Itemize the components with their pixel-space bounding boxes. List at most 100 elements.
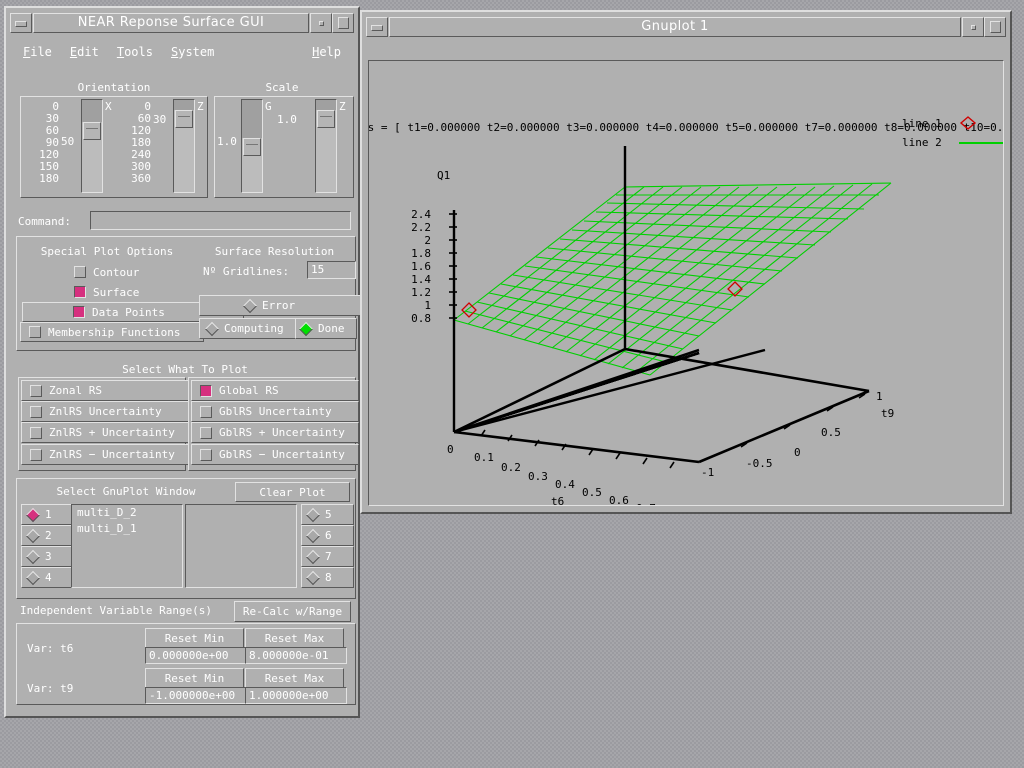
global-rs-checkbox-box[interactable] — [200, 384, 212, 397]
data-points-checkbox-box[interactable] — [73, 306, 85, 318]
t9-min-input[interactable]: -1.000000e+00 — [145, 687, 247, 704]
restore-icon[interactable] — [962, 17, 984, 37]
gnuplot-window-3-diamond[interactable] — [25, 549, 41, 564]
t9-max-input[interactable]: 1.000000e+00 — [245, 687, 347, 704]
gnuplot-window-list-left[interactable]: multi_D_2 multi_D_1 — [71, 504, 183, 588]
gblrs-plus-uncertainty-checkbox-box[interactable] — [200, 426, 212, 439]
orientation-z-ticks: 0 60 120 180 240 300 360 — [131, 100, 151, 185]
svg-text:2.2: 2.2 — [411, 221, 431, 234]
plot-base — [453, 348, 700, 434]
t9-reset-max-button[interactable]: Reset Max — [245, 668, 344, 688]
orientation-x-value: 50 — [61, 135, 75, 148]
minimize-icon[interactable] — [10, 13, 32, 33]
gnuplot-window-radio-3[interactable]: 3 — [21, 546, 72, 567]
error-radio-diamond[interactable] — [242, 298, 258, 313]
special-plot-options-label: Special Plot Options — [40, 245, 174, 258]
orientation-z-slider[interactable] — [173, 99, 195, 193]
gnuplot-window-6-diamond[interactable] — [305, 528, 321, 543]
menu-item-edit[interactable]: Edit — [61, 44, 108, 60]
gnuplot-window-radio-1[interactable]: 1 — [21, 504, 72, 525]
svg-text:0.8: 0.8 — [411, 312, 431, 325]
gnuplot-window-radio-8[interactable]: 8 — [301, 567, 354, 588]
gridlines-input[interactable]: 15 — [307, 261, 356, 279]
gblrs-minus-uncertainty-checkbox-box[interactable] — [200, 448, 212, 461]
gnuplot-window-5-diamond[interactable] — [305, 507, 321, 522]
svg-text:1.6: 1.6 — [411, 260, 431, 273]
scale-z-slider[interactable] — [315, 99, 337, 193]
checkbox-zonal-rs[interactable]: Zonal RS — [21, 380, 189, 401]
gblrs-uncertainty-checkbox-box[interactable] — [200, 405, 212, 418]
checkbox-data-points-label: Data Points — [92, 305, 165, 319]
radio-computing-label: Computing — [224, 322, 284, 335]
t9-reset-min-button[interactable]: Reset Min — [145, 668, 244, 688]
gnuplot-window-radio-4[interactable]: 4 — [21, 567, 72, 588]
maximize-icon[interactable] — [332, 13, 354, 33]
menu-item-file[interactable]: FFileile — [14, 44, 61, 60]
t6-max-input[interactable]: 8.000000e-01 — [245, 647, 347, 664]
gnuplot-window-title: Gnuplot 1 — [389, 17, 961, 37]
svg-text:1: 1 — [424, 299, 431, 312]
contour-checkbox-box[interactable] — [74, 266, 86, 278]
t6-reset-max-button[interactable]: Reset Max — [245, 628, 344, 648]
gnuplot-window-radio-2[interactable]: 2 — [21, 525, 72, 546]
gnuplot-window-radio-6[interactable]: 6 — [301, 525, 354, 546]
maximize-icon[interactable] — [984, 17, 1006, 37]
checkbox-gblrs-plus-uncertainty[interactable]: GblRS + Uncertainty — [191, 422, 359, 443]
gnuplot-plot-canvas[interactable]: ıs = [ t1=0.000000 t2=0.000000 t3=0.0000… — [368, 60, 1004, 506]
gnuplot-window-2-diamond[interactable] — [25, 528, 41, 543]
computing-radio-diamond[interactable] — [204, 321, 220, 336]
gnuplot-window-8-diamond[interactable] — [305, 570, 321, 585]
done-radio-diamond[interactable] — [298, 321, 314, 336]
list-item[interactable]: multi_D_1 — [72, 521, 182, 537]
surface-checkbox-box[interactable] — [74, 286, 86, 298]
gnuplot-window-7-diamond[interactable] — [305, 549, 321, 564]
scale-g-slider-thumb[interactable] — [243, 138, 261, 156]
gnuplot-window-radio-5[interactable]: 5 — [301, 504, 354, 525]
menu-item-system[interactable]: System — [162, 44, 223, 60]
command-input[interactable] — [90, 211, 351, 230]
orientation-z-slider-thumb[interactable] — [175, 110, 193, 128]
var-t9-label: Var: t9 — [27, 682, 74, 695]
gnuplot-window-4-diamond[interactable] — [25, 570, 41, 585]
menu-item-help[interactable]: Help — [303, 44, 350, 60]
list-item[interactable]: multi_D_2 — [72, 505, 182, 521]
radio-done[interactable]: Done — [295, 318, 357, 339]
membership-functions-checkbox-box[interactable] — [29, 326, 41, 338]
radio-error-label: Error — [262, 299, 296, 312]
t6-min-input[interactable]: 0.000000e+00 — [145, 647, 247, 664]
svg-text:0.6: 0.6 — [609, 494, 629, 506]
restore-icon[interactable] — [310, 13, 332, 33]
scale-g-slider[interactable] — [241, 99, 263, 193]
gnuplot-window-radio-7[interactable]: 7 — [301, 546, 354, 567]
menu-item-tools[interactable]: Tools — [108, 44, 162, 60]
orientation-z-axis-label: Z — [197, 100, 204, 113]
znlrs-plus-uncertainty-checkbox-box[interactable] — [30, 426, 42, 439]
gnuplot-window-1-diamond[interactable] — [25, 507, 41, 522]
radio-computing[interactable]: Computing — [199, 318, 301, 339]
checkbox-global-rs[interactable]: Global RS — [191, 380, 359, 401]
scale-z-value: 1.0 — [277, 113, 297, 126]
checkbox-membership-functions[interactable]: Membership Functions — [20, 322, 204, 342]
checkbox-gblrs-minus-uncertainty[interactable]: GblRS − Uncertainty — [191, 444, 359, 465]
checkbox-gblrs-uncertainty[interactable]: GblRS Uncertainty — [191, 401, 359, 422]
minimize-icon[interactable] — [366, 17, 388, 37]
scale-z-slider-thumb[interactable] — [317, 110, 335, 128]
checkbox-znlrs-minus-uncertainty[interactable]: ZnlRS − Uncertainty — [21, 444, 189, 465]
gui-window-title: NEAR Reponse Surface GUI — [33, 13, 309, 33]
t6-reset-min-button[interactable]: Reset Min — [145, 628, 244, 648]
clear-plot-button[interactable]: Clear Plot — [235, 482, 350, 502]
gnuplot-window-list-right[interactable] — [185, 504, 297, 588]
gnuplot-window-radio-3-label: 3 — [45, 550, 52, 563]
recalc-with-range-button[interactable]: Re-Calc w/Range — [234, 601, 351, 622]
select-what-to-plot-label: Select What To Plot — [122, 363, 248, 376]
gnuplot-window-body: Gnuplot 1 ıs = [ t1=0.000000 t2=0.000000… — [362, 12, 1010, 512]
checkbox-znlrs-plus-uncertainty[interactable]: ZnlRS + Uncertainty — [21, 422, 189, 443]
znlrs-minus-uncertainty-checkbox-box[interactable] — [30, 448, 42, 461]
checkbox-znlrs-uncertainty[interactable]: ZnlRS Uncertainty — [21, 401, 189, 422]
interior-axes — [453, 347, 626, 434]
znlrs-uncertainty-checkbox-box[interactable] — [30, 405, 42, 418]
orientation-x-slider[interactable] — [81, 99, 103, 193]
zonal-rs-checkbox-box[interactable] — [30, 384, 42, 397]
orientation-x-slider-thumb[interactable] — [83, 122, 101, 140]
svg-text:0.1: 0.1 — [474, 451, 494, 464]
